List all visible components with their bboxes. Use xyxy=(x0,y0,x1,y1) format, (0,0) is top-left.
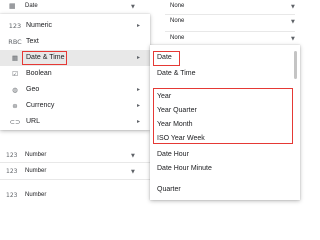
type-field-row[interactable]: 123 Number ▼ xyxy=(0,148,150,162)
aggregation-label: None xyxy=(170,3,185,9)
currency-icon: ⊛ xyxy=(12,102,18,110)
menu-item-text[interactable]: RBC Text xyxy=(0,34,150,50)
menu-item-label: Boolean xyxy=(26,70,52,77)
submenu-item-label: Date & Time xyxy=(157,70,196,77)
type-label: Number xyxy=(25,152,47,158)
link-icon: ⊂⊃ xyxy=(9,118,21,126)
globe-icon: ◍ xyxy=(12,86,18,94)
aggregation-cell-1[interactable]: None ▼ xyxy=(165,14,295,28)
chevron-right-icon: ▸ xyxy=(136,54,140,61)
submenu-item-quarter[interactable]: Quarter xyxy=(150,181,300,199)
checkbox-icon: ☑ xyxy=(12,70,18,78)
type-field-row[interactable]: 123 Number ▼ xyxy=(0,164,150,178)
date-time-submenu: Date Date & Time Year Year Quarter Year … xyxy=(150,45,300,200)
highlight-date xyxy=(153,51,180,66)
chevron-down-icon: ▼ xyxy=(291,19,295,25)
field-type-menu: 123 Numeric ▸ RBC Text ▦ Date & Time ▸ ☑… xyxy=(0,14,150,130)
chevron-right-icon: ▸ xyxy=(136,102,140,109)
number-type-icon: 123 xyxy=(6,168,18,175)
number-type-icon: 123 xyxy=(6,192,18,199)
highlight-year-group xyxy=(153,88,293,144)
menu-item-label: Text xyxy=(26,38,39,45)
calendar-icon: ▦ xyxy=(11,54,19,62)
aggregation-label: None xyxy=(170,35,185,41)
aggregation-cell-top[interactable]: None ▼ xyxy=(165,0,295,14)
chevron-down-icon: ▼ xyxy=(131,169,135,175)
menu-item-label: URL xyxy=(26,118,41,125)
submenu-item-date-time[interactable]: Date & Time xyxy=(150,65,300,83)
menu-item-numeric[interactable]: 123 Numeric ▸ xyxy=(0,18,150,34)
aggregation-label: None xyxy=(170,18,185,24)
text-type-icon: RBC xyxy=(8,38,22,46)
chevron-right-icon: ▸ xyxy=(136,86,140,93)
type-label: Number xyxy=(25,192,47,198)
menu-item-label: Numeric xyxy=(26,22,53,29)
number-type-icon: 123 xyxy=(8,22,22,30)
submenu-item-label: Date Hour Minute xyxy=(157,165,212,172)
menu-item-label: Geo xyxy=(26,86,40,93)
type-label: Number xyxy=(25,168,47,174)
highlight-date-time xyxy=(22,51,67,65)
menu-item-currency[interactable]: ⊛ Currency ▸ xyxy=(0,98,150,114)
chevron-down-icon: ▼ xyxy=(291,4,295,10)
submenu-item-date-hour-minute[interactable]: Date Hour Minute xyxy=(150,160,300,178)
calendar-icon: ▦ xyxy=(9,2,16,10)
menu-item-label: Currency xyxy=(26,102,55,109)
menu-item-boolean[interactable]: ☑ Boolean xyxy=(0,66,150,82)
chevron-down-icon: ▼ xyxy=(291,36,295,42)
aggregation-cell-2[interactable]: None ▼ xyxy=(165,31,295,45)
submenu-item-label: Quarter xyxy=(157,186,181,193)
top-type-field[interactable]: ▦ Date ▼ xyxy=(0,0,150,14)
top-type-label: Date xyxy=(25,3,38,9)
type-field-row[interactable]: 123 Number xyxy=(0,188,150,200)
submenu-scrollbar[interactable] xyxy=(294,51,297,79)
chevron-down-icon: ▼ xyxy=(131,153,135,159)
menu-item-url[interactable]: ⊂⊃ URL ▸ xyxy=(0,114,150,130)
menu-item-geo[interactable]: ◍ Geo ▸ xyxy=(0,82,150,98)
chevron-right-icon: ▸ xyxy=(136,118,140,125)
chevron-down-icon: ▼ xyxy=(131,4,135,10)
number-type-icon: 123 xyxy=(6,152,18,159)
chevron-right-icon: ▸ xyxy=(136,22,140,29)
